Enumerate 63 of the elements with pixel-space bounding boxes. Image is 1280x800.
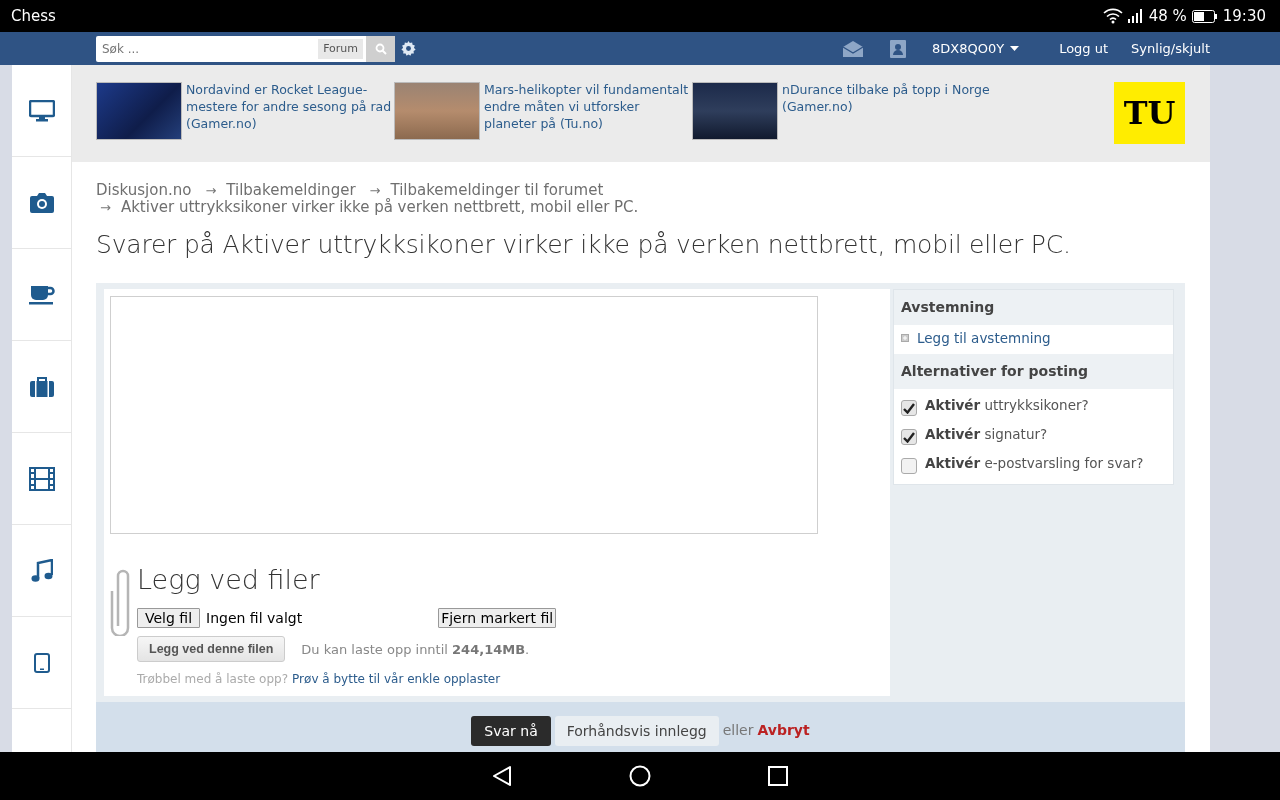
briefcase-icon[interactable] xyxy=(28,375,55,398)
mug-icon[interactable] xyxy=(28,284,55,305)
upload-limit-text: Du kan laste opp inntil 244,14MB. xyxy=(301,641,530,657)
home-icon[interactable] xyxy=(629,765,651,787)
plus-icon xyxy=(901,334,909,342)
attachments-heading: Legg ved filer xyxy=(137,564,321,596)
user-menu[interactable]: 8DX8QO0Y xyxy=(932,41,1020,56)
wifi-icon xyxy=(1102,8,1123,24)
checkbox-label: Aktivér e-postvarsling for svar? xyxy=(925,455,1144,471)
preview-button[interactable]: Forhåndsvis innlegg xyxy=(554,716,719,746)
caret-icon xyxy=(1010,45,1020,52)
photo-placeholder[interactable] xyxy=(692,82,778,140)
checkbox[interactable] xyxy=(901,429,917,445)
monitor-icon[interactable] xyxy=(28,99,55,122)
news-link[interactable]: Nordavind er Rocket League-mestere for andre sesong på rad (Gamer.no) xyxy=(186,81,394,140)
section-heading: Avstemning xyxy=(894,290,1173,325)
mail-icon[interactable] xyxy=(842,39,864,58)
photo-placeholder[interactable] xyxy=(96,82,182,140)
tablet-icon[interactable] xyxy=(33,652,50,673)
breadcrumb-link[interactable]: Diskusjon.no xyxy=(96,181,192,199)
checkbox[interactable] xyxy=(901,458,917,474)
clock: 19:30 xyxy=(1222,7,1266,25)
checkbox-label: Aktivér uttrykksikoner? xyxy=(925,397,1089,413)
breadcrumb-separator: → xyxy=(100,200,111,215)
page-title: Svarer på Aktiver uttrykksikoner virker ikke på verken nettbrett, mobil eller PC. xyxy=(96,230,1072,259)
news-link[interactable]: nDurance tilbake på topp i Norge (Gamer.no) xyxy=(782,81,990,140)
battery-percent: 48 % xyxy=(1148,7,1187,25)
checkbox-label: Aktivér signatur? xyxy=(925,426,1048,442)
choose-file-button[interactable]: Velg fil xyxy=(137,608,201,628)
breadcrumb-link[interactable]: Tilbakemeldinger til forumet xyxy=(390,181,604,199)
camera-icon[interactable] xyxy=(28,191,55,214)
reply-button[interactable]: Svar nå xyxy=(471,716,551,746)
nav-link[interactable]: Logg ut xyxy=(1059,41,1109,56)
back-icon[interactable] xyxy=(492,765,512,787)
scope-button[interactable]: Forum xyxy=(318,38,363,59)
upload-button[interactable]: Legg ved denne filen xyxy=(137,636,286,662)
music-note-icon[interactable] xyxy=(30,558,53,583)
simple-uploader-link[interactable]: Prøv å bytte til vår enkle opplaster xyxy=(292,672,501,686)
or-text: eller xyxy=(722,721,754,738)
breadcrumb-link[interactable]: Aktiver uttrykksikoner virker ikke på verken nettbrett, mobil eller PC. xyxy=(120,198,639,216)
film-icon[interactable] xyxy=(28,466,55,491)
search-button[interactable] xyxy=(366,35,395,62)
app-name: Chess xyxy=(11,7,56,25)
nav-link[interactable]: Synlig/skjult xyxy=(1131,41,1210,56)
search-icon xyxy=(374,42,387,55)
contact-card-icon[interactable] xyxy=(889,38,907,59)
file-status-text: Ingen fil valgt xyxy=(206,610,303,626)
breadcrumb-separator: → xyxy=(369,183,381,198)
signal-icon xyxy=(1127,9,1144,23)
news-link[interactable]: Mars-helikopter vil fundamentalt endre måten vi utforsker planeter på (Tu.no) xyxy=(484,81,692,140)
checkbox[interactable] xyxy=(901,400,917,416)
remove-file-button[interactable]: Fjern markert fil xyxy=(438,608,557,628)
help-text: Trøbbel med å laste opp? xyxy=(137,672,289,686)
recent-apps-icon[interactable] xyxy=(768,766,788,786)
section-heading: Alternativer for posting xyxy=(894,354,1173,389)
battery-icon xyxy=(1191,9,1218,23)
cancel-link[interactable]: Avbryt xyxy=(757,716,810,738)
settings-icon[interactable] xyxy=(401,41,416,56)
add-poll-link[interactable]: Legg til avstemning xyxy=(917,330,1051,346)
breadcrumb-separator: → xyxy=(205,183,217,198)
breadcrumb-link[interactable]: Tilbakemeldinger xyxy=(226,181,356,199)
search-field[interactable]: Søk ... Forum xyxy=(96,35,366,62)
ad-logo[interactable]: TU xyxy=(1114,82,1185,144)
